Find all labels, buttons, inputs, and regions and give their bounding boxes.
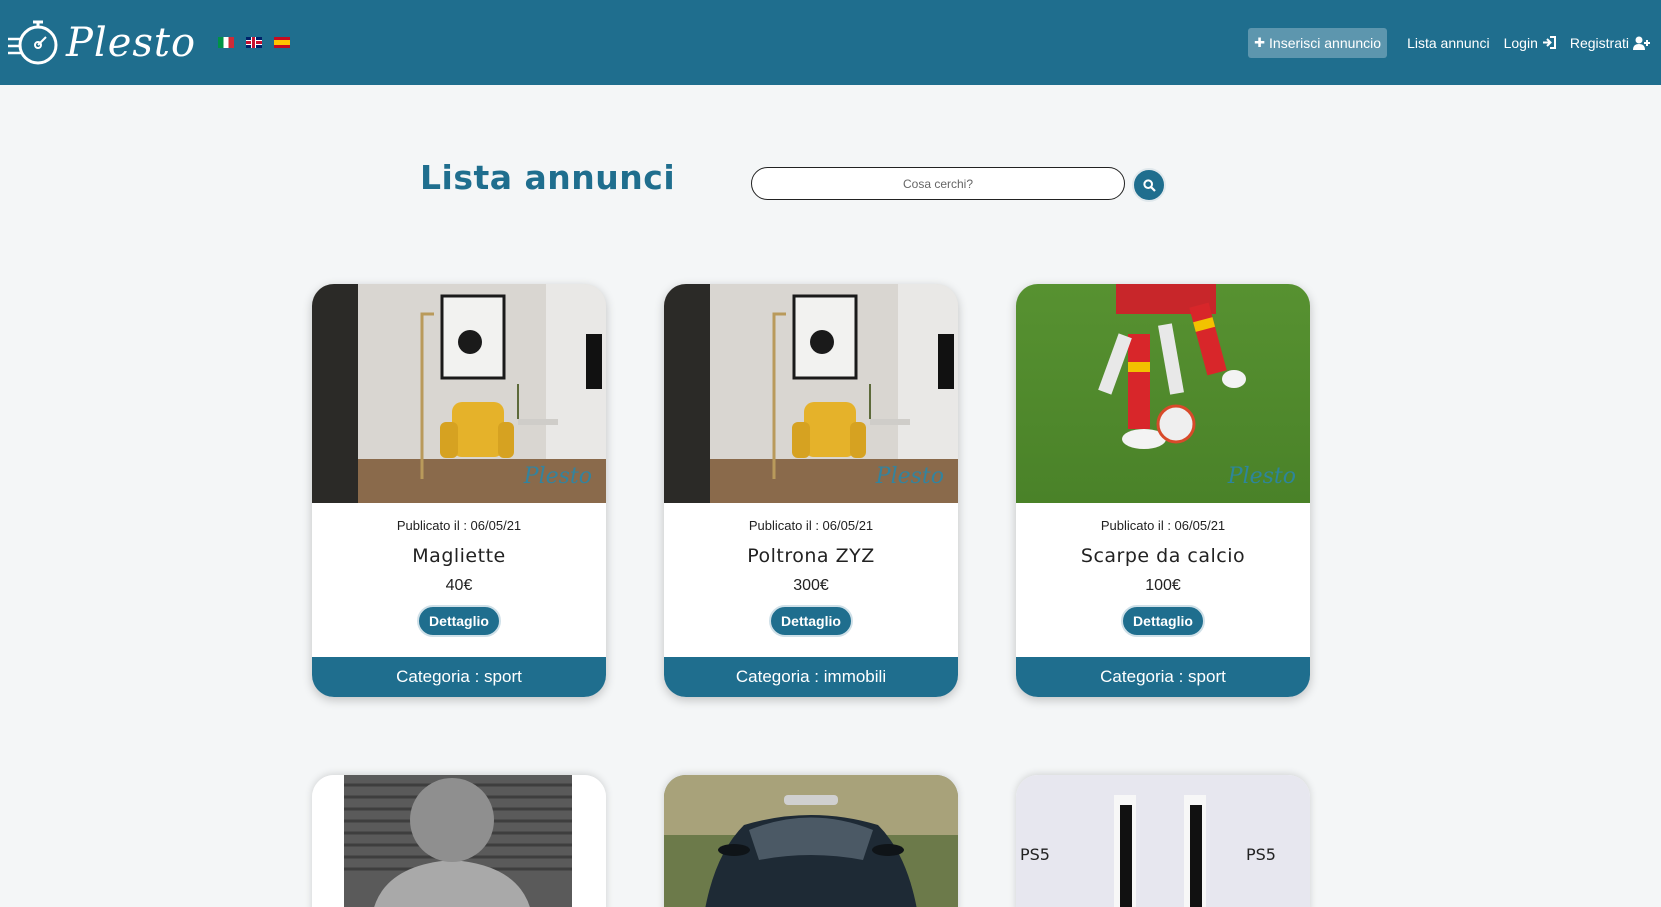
- ps5-photo: PS5 PS5: [1016, 775, 1310, 907]
- sign-in-icon: [1542, 36, 1556, 49]
- login-label: Login: [1503, 34, 1538, 51]
- italian-flag-icon[interactable]: [218, 37, 235, 48]
- search-button[interactable]: [1132, 168, 1166, 202]
- publish-date: Publicato il : 06/05/21: [1100, 518, 1226, 533]
- person-photo: [312, 775, 606, 907]
- detail-button[interactable]: Dettaglio: [769, 605, 853, 637]
- insert-ad-button[interactable]: ✚ Inserisci annuncio: [1248, 27, 1388, 58]
- category-footer: Categoria : sport: [1016, 657, 1310, 697]
- ad-title: Poltrona ZYZ: [747, 545, 875, 567]
- brand-name: Plesto: [66, 19, 197, 66]
- user-plus-icon: [1633, 36, 1650, 50]
- detail-button[interactable]: Dettaglio: [417, 605, 501, 637]
- ad-price: 300€: [793, 577, 829, 594]
- ad-card: Plesto Publicato il : 06/05/21 Poltrona …: [664, 284, 958, 697]
- insert-ad-label: Inserisci annuncio: [1269, 34, 1382, 51]
- spanish-flag-icon[interactable]: [274, 37, 291, 48]
- ad-price: 40€: [445, 577, 473, 594]
- brand-logo[interactable]: Plesto: [6, 17, 196, 69]
- ad-card-body: Publicato il : 06/05/21 Magliette 40€ De…: [312, 503, 606, 657]
- ad-card: Plesto Publicato il : 06/05/21 Scarpe da…: [1016, 284, 1310, 697]
- publish-date: Publicato il : 06/05/21: [748, 518, 874, 533]
- search-icon: [1142, 178, 1156, 192]
- nav-links: ✚ Inserisci annuncio Lista annunci Login…: [1248, 0, 1651, 85]
- ad-title: Scarpe da calcio: [1080, 545, 1246, 567]
- register-label: Registrati: [1569, 34, 1629, 51]
- ad-card: [664, 775, 958, 907]
- navbar: Plesto ✚ Inserisci annuncio Lista annunc…: [0, 0, 1661, 85]
- ps5-logo-right: PS5: [1246, 845, 1276, 864]
- ad-image: Plesto: [664, 284, 958, 503]
- watermark: Plesto: [875, 464, 944, 489]
- register-link[interactable]: Registrati: [1570, 35, 1651, 51]
- publish-date: Publicato il : 06/05/21: [396, 518, 522, 533]
- ad-image: Plesto: [1016, 284, 1310, 503]
- car-photo: [664, 775, 958, 907]
- category-footer: Categoria : immobili: [664, 657, 958, 697]
- page-title: Lista annunci: [420, 158, 676, 197]
- login-link[interactable]: Login: [1504, 35, 1556, 51]
- watermark: Plesto: [523, 464, 592, 489]
- ad-card: [312, 775, 606, 907]
- ad-card: Plesto Publicato il : 06/05/21 Magliette…: [312, 284, 606, 697]
- ps5-logo-left: PS5: [1020, 845, 1050, 864]
- uk-flag-icon[interactable]: [246, 37, 263, 48]
- search-input[interactable]: [751, 167, 1125, 200]
- ad-price: 100€: [1145, 577, 1181, 594]
- category-footer: Categoria : sport: [312, 657, 606, 697]
- watermark: Plesto: [1227, 464, 1296, 489]
- ad-card: PS5 PS5: [1016, 775, 1310, 907]
- list-ads-label: Lista annunci: [1407, 34, 1490, 51]
- list-ads-link[interactable]: Lista annunci: [1407, 35, 1490, 51]
- ad-image: Plesto: [312, 284, 606, 503]
- ad-card-body: Publicato il : 06/05/21 Poltrona ZYZ 300…: [664, 503, 958, 657]
- detail-button[interactable]: Dettaglio: [1121, 605, 1205, 637]
- language-switcher: [218, 37, 291, 48]
- ad-title: Magliette: [412, 545, 506, 567]
- ad-card-body: Publicato il : 06/05/21 Scarpe da calcio…: [1016, 503, 1310, 657]
- plus-icon: ✚: [1254, 34, 1266, 50]
- stopwatch-logo-icon: [8, 20, 58, 64]
